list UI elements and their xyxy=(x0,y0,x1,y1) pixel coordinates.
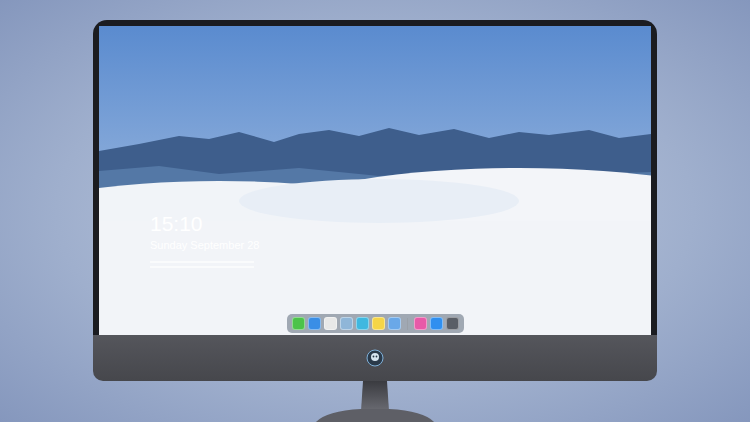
dock-app-icon[interactable] xyxy=(324,317,337,330)
monitor: 15:10 Sunday September 28 xyxy=(93,20,657,381)
lock-date: Sunday September 28 xyxy=(150,238,259,252)
dock-app-icon[interactable] xyxy=(372,317,385,330)
logo-icon xyxy=(366,349,384,367)
dock-separator xyxy=(407,318,408,330)
dock-app-icon[interactable] xyxy=(414,317,427,330)
stand-icon xyxy=(285,381,465,422)
screen: 15:10 Sunday September 28 xyxy=(99,26,651,335)
caption-line xyxy=(150,261,254,263)
dock-app-icon[interactable] xyxy=(340,317,353,330)
caption-line xyxy=(150,266,254,268)
dock-app-icon[interactable] xyxy=(430,317,443,330)
dock-app-icon[interactable] xyxy=(308,317,321,330)
dock-app-icon[interactable] xyxy=(388,317,401,330)
dock xyxy=(287,314,464,333)
wallpaper-mountains-icon xyxy=(99,26,651,335)
bezel: 15:10 Sunday September 28 xyxy=(93,20,657,335)
dock-app-icon[interactable] xyxy=(446,317,459,330)
chin xyxy=(93,335,657,381)
dock-app-icon[interactable] xyxy=(356,317,369,330)
lock-time: 15:10 xyxy=(150,212,259,236)
dock-app-icon[interactable] xyxy=(292,317,305,330)
